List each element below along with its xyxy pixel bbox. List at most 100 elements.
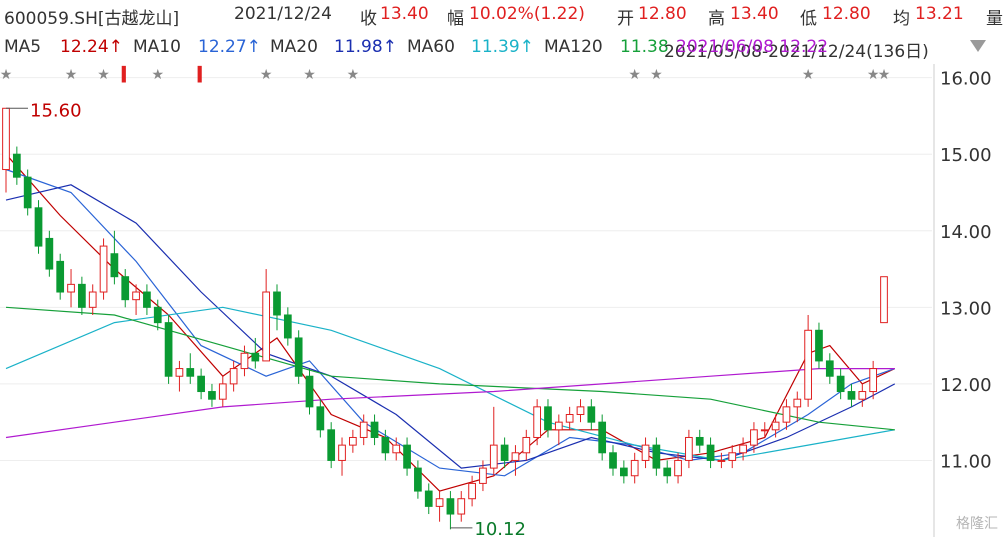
candle-down[interactable] bbox=[294, 337, 303, 377]
candle-up[interactable] bbox=[739, 444, 747, 454]
candle-up[interactable] bbox=[750, 429, 758, 446]
candle-up[interactable] bbox=[2, 107, 10, 171]
candle-up[interactable] bbox=[338, 444, 346, 461]
candle-down[interactable] bbox=[663, 467, 672, 477]
candle-up[interactable] bbox=[132, 291, 140, 301]
candle-up[interactable] bbox=[869, 368, 878, 393]
candle-up[interactable] bbox=[717, 459, 726, 462]
candle-up[interactable] bbox=[489, 444, 498, 469]
candle-up[interactable] bbox=[685, 436, 693, 461]
candle-down[interactable] bbox=[110, 253, 119, 278]
candle-down[interactable] bbox=[283, 314, 292, 339]
event-marker[interactable]: ★ bbox=[97, 67, 110, 83]
candle-down[interactable] bbox=[381, 436, 390, 454]
candle-up[interactable] bbox=[804, 329, 812, 400]
candle-up[interactable] bbox=[728, 452, 737, 461]
candle-up[interactable] bbox=[479, 467, 487, 484]
candle-down[interactable] bbox=[164, 322, 173, 377]
candle-down[interactable] bbox=[424, 490, 433, 507]
candle-up[interactable] bbox=[533, 406, 541, 438]
event-marker[interactable]: ★ bbox=[0, 67, 12, 83]
candle-up[interactable] bbox=[793, 398, 802, 408]
candle-down[interactable] bbox=[153, 306, 162, 324]
candle-up[interactable] bbox=[782, 406, 791, 423]
event-marker[interactable]: ★ bbox=[151, 67, 164, 83]
candle-down[interactable] bbox=[652, 444, 661, 469]
candle-down[interactable] bbox=[847, 391, 856, 400]
candle-down[interactable] bbox=[186, 368, 195, 377]
candle-up[interactable] bbox=[262, 291, 271, 362]
candle-up[interactable] bbox=[760, 429, 769, 432]
candle-down[interactable] bbox=[45, 237, 54, 270]
event-marker[interactable]: ▍ bbox=[197, 65, 209, 83]
triangle-down-icon[interactable] bbox=[970, 40, 986, 52]
candle-up[interactable] bbox=[392, 444, 401, 454]
candle-down[interactable] bbox=[598, 421, 607, 454]
candle-down[interactable] bbox=[78, 283, 86, 308]
candle-up[interactable] bbox=[229, 368, 238, 385]
change-value: 10.02%(1.22) bbox=[469, 4, 585, 24]
candle-up[interactable] bbox=[630, 459, 639, 477]
candle-up[interactable] bbox=[349, 436, 357, 446]
candle-down[interactable] bbox=[56, 260, 65, 293]
event-marker[interactable]: ★ bbox=[260, 67, 273, 83]
candle-up[interactable] bbox=[99, 245, 108, 293]
candle-down[interactable] bbox=[825, 360, 834, 377]
candle-down[interactable] bbox=[197, 375, 205, 393]
candle-down[interactable] bbox=[327, 429, 336, 461]
candle-down[interactable] bbox=[143, 291, 151, 308]
candle-up[interactable] bbox=[511, 452, 520, 461]
candle-up[interactable] bbox=[858, 391, 867, 400]
event-marker[interactable]: ★ bbox=[347, 67, 360, 83]
event-marker-row: ★ ★ ★ ▍ ★ ▍ ★ ★ ★ ★ ★ ★ ★★ bbox=[0, 65, 890, 83]
candle-up[interactable] bbox=[468, 482, 476, 500]
candle-down[interactable] bbox=[706, 444, 715, 461]
candle-down[interactable] bbox=[500, 444, 509, 461]
candle-down[interactable] bbox=[815, 329, 823, 362]
candle-down[interactable] bbox=[446, 498, 455, 515]
event-marker[interactable]: ★ bbox=[303, 67, 316, 83]
candle-down[interactable] bbox=[208, 391, 216, 400]
candle-up[interactable] bbox=[435, 498, 444, 507]
candle-down[interactable] bbox=[316, 406, 325, 431]
candle-up[interactable] bbox=[565, 414, 574, 423]
candle-down[interactable] bbox=[23, 176, 32, 209]
candle-down[interactable] bbox=[695, 436, 704, 446]
candle-up[interactable] bbox=[359, 421, 368, 438]
candle-up[interactable] bbox=[240, 352, 249, 370]
candle-down[interactable] bbox=[305, 375, 314, 408]
candle-up[interactable] bbox=[771, 421, 780, 431]
event-marker[interactable]: ★ bbox=[65, 67, 78, 83]
candle-down[interactable] bbox=[544, 406, 552, 431]
event-marker[interactable]: ★ bbox=[802, 67, 815, 83]
event-marker[interactable]: ★ bbox=[650, 67, 663, 83]
candle-up[interactable] bbox=[641, 444, 650, 461]
candle-up[interactable] bbox=[88, 291, 97, 308]
candle-down[interactable] bbox=[619, 467, 628, 477]
event-marker[interactable]: ★ bbox=[878, 67, 891, 83]
candle-down[interactable] bbox=[34, 207, 43, 247]
candle-up[interactable] bbox=[175, 368, 184, 377]
candle-down[interactable] bbox=[273, 291, 281, 316]
candle-down[interactable] bbox=[414, 467, 422, 492]
candle-up[interactable] bbox=[880, 276, 888, 324]
candle-down[interactable] bbox=[370, 421, 379, 438]
candle-down[interactable] bbox=[12, 153, 21, 178]
candle-up[interactable] bbox=[218, 383, 227, 400]
event-marker[interactable]: ▍ bbox=[121, 65, 133, 83]
candle-up[interactable] bbox=[674, 459, 682, 477]
candle-up[interactable] bbox=[554, 421, 563, 431]
close-label: 收 bbox=[360, 9, 377, 29]
candle-down[interactable] bbox=[121, 276, 130, 301]
event-marker[interactable]: ★ bbox=[628, 67, 641, 83]
candle-up[interactable] bbox=[576, 406, 585, 416]
ma120-value: 11.38 bbox=[620, 37, 669, 57]
candle-down[interactable] bbox=[403, 444, 411, 469]
candle-down[interactable] bbox=[836, 375, 845, 393]
candle-up[interactable] bbox=[67, 283, 75, 293]
candle-down[interactable] bbox=[587, 406, 596, 423]
candle-down[interactable] bbox=[251, 352, 260, 362]
candle-up[interactable] bbox=[522, 436, 531, 454]
candle-down[interactable] bbox=[609, 452, 617, 469]
candle-up[interactable] bbox=[457, 498, 466, 515]
